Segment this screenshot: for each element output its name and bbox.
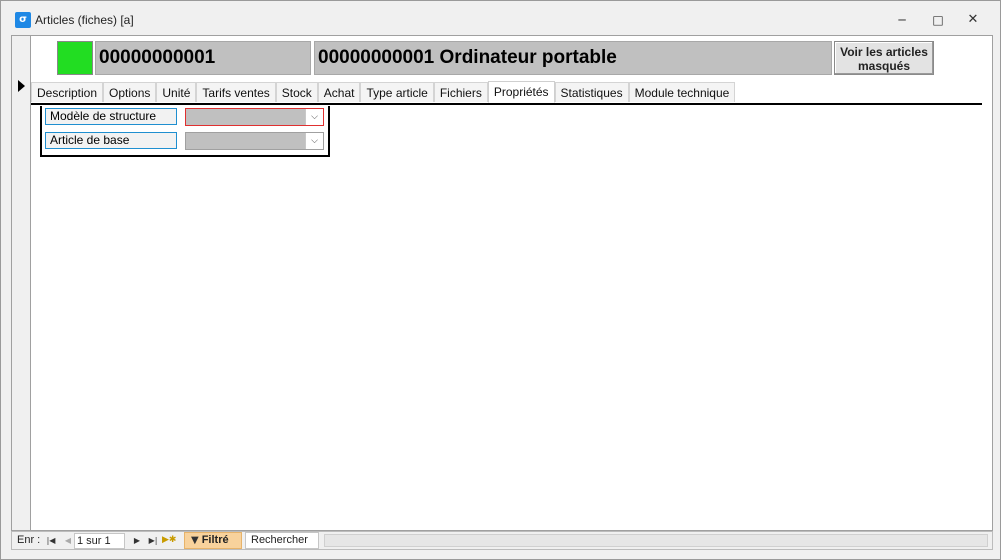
tab-proprietes[interactable]: Propriétés (487, 81, 555, 103)
next-record-icon[interactable]: ▶ (130, 533, 144, 548)
new-record-icon[interactable]: ▶✱ (162, 533, 176, 548)
tab-type-article[interactable]: Type article (360, 82, 434, 102)
previous-record-icon[interactable]: ◀ (61, 533, 75, 548)
current-record-input[interactable]: 1 sur 1 (74, 533, 125, 549)
current-record-arrow-icon (18, 80, 25, 92)
tab-unite[interactable]: Unité (156, 82, 197, 102)
filter-toggle-button[interactable]: ▼ Filtré (184, 532, 242, 549)
title-bar[interactable]: σ Articles (fiches) [a] ─ □ ✕ (1, 1, 1000, 35)
tab-achat[interactable]: Achat (317, 82, 361, 102)
funnel-icon: ▼ (191, 535, 199, 546)
article-name-field[interactable]: 00000000001 Ordinateur portable (314, 41, 832, 75)
article-form: 00000000001 00000000001 Ordinateur porta… (11, 35, 993, 531)
tab-stock[interactable]: Stock (275, 82, 318, 102)
base-article-label: Article de base (45, 132, 177, 149)
tab-divider (31, 103, 982, 105)
chevron-down-icon[interactable]: ⌵ (305, 109, 323, 125)
form-icon: σ (15, 12, 31, 28)
minimize-button[interactable]: ─ (885, 9, 919, 31)
search-input[interactable]: Rechercher (245, 532, 319, 549)
show-hidden-articles-button[interactable]: Voir les articles masqués (834, 41, 934, 75)
structure-model-label: Modèle de structure (45, 108, 177, 125)
close-button[interactable]: ✕ (956, 9, 990, 31)
last-record-icon[interactable]: ▶| (146, 533, 160, 548)
status-indicator (57, 41, 93, 75)
base-article-select[interactable]: ⌵ (185, 132, 324, 150)
window-title: Articles (fiches) [a] (35, 13, 134, 27)
tab-options[interactable]: Options (103, 82, 157, 102)
properties-panel: Modèle de structure ⌵ Article de base ⌵ (40, 106, 330, 157)
horizontal-scrollbar[interactable] (324, 534, 988, 547)
article-header: 00000000001 00000000001 Ordinateur porta… (31, 36, 992, 80)
article-code-field[interactable]: 00000000001 (95, 41, 311, 75)
tab-bar: Description Options Unité Tarifs ventes … (31, 80, 991, 103)
tab-tarifs-ventes[interactable]: Tarifs ventes (196, 82, 276, 102)
record-navigation-bar: Enr : |◀ ◀ 1 sur 1 ▶ ▶| ▶✱ ▼ Filtré Reche… (11, 531, 993, 550)
app-window: σ Articles (fiches) [a] ─ □ ✕ 0000000000… (0, 0, 1001, 560)
tab-statistiques[interactable]: Statistiques (554, 82, 629, 102)
first-record-icon[interactable]: |◀ (44, 533, 58, 548)
filter-label: Filtré (201, 534, 229, 546)
tab-module-technique[interactable]: Module technique (628, 82, 736, 102)
chevron-down-icon[interactable]: ⌵ (305, 133, 323, 149)
structure-model-select[interactable]: ⌵ (185, 108, 324, 126)
tab-fichiers[interactable]: Fichiers (433, 82, 488, 102)
record-nav-label: Enr : (17, 534, 41, 546)
record-selector[interactable] (12, 36, 31, 530)
tab-description[interactable]: Description (31, 82, 104, 102)
maximize-button[interactable]: □ (921, 9, 955, 31)
